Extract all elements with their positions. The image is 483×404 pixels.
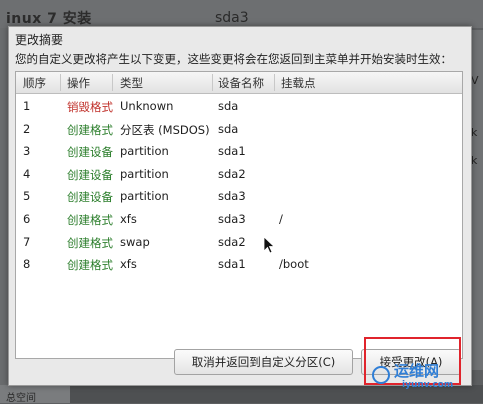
table-row[interactable]: 4 创建设备 partition sda2 <box>16 163 462 185</box>
changes-table: 顺序 操作 类型 设备名称 挂载点 1 销毁格式 Unknown sda 2 创建格式 分区… <box>15 71 463 359</box>
column-divider <box>112 74 113 91</box>
mouse-cursor-icon <box>263 236 275 254</box>
watermark-logo-icon <box>372 366 390 384</box>
cell-type: partition <box>120 166 169 181</box>
cell-action: 创建格式 <box>67 122 113 137</box>
cell-order: 7 <box>23 234 31 249</box>
cell-type: partition <box>120 144 169 159</box>
cell-order: 3 <box>23 144 31 159</box>
cell-device: sda1 <box>218 144 246 159</box>
cell-device: sda <box>218 121 239 136</box>
cell-device: sda3 <box>218 212 246 226</box>
column-header-type[interactable]: 类型 <box>120 75 143 91</box>
table-row[interactable]: 8 创建格式 xfs sda1/boot <box>16 253 462 275</box>
cell-action: 创建设备 <box>67 167 113 182</box>
cell-device: sda1 <box>218 257 246 272</box>
cell-type: swap <box>120 234 150 249</box>
column-header-action[interactable]: 操作 <box>67 75 90 91</box>
table-row[interactable]: 1 销毁格式 Unknown sda <box>16 95 462 117</box>
table-header: 顺序 操作 类型 设备名称 挂载点 <box>16 72 462 94</box>
table-row[interactable]: 7 创建格式 swap sda2 <box>16 231 462 253</box>
summary-of-changes-dialog: 更改摘要 您的自定义更改将产生以下变更，这些变更将会在您返回到主菜单并开始安装时… <box>8 26 472 386</box>
cell-order: 1 <box>23 99 31 113</box>
table-row[interactable]: 3 创建设备 partition sda1 <box>16 140 462 162</box>
background-right-letter: V <box>471 74 479 87</box>
cancel-return-button[interactable]: 取消并返回到自定义分区(C) <box>174 349 353 375</box>
cell-order: 6 <box>23 212 31 226</box>
cell-type: 分区表 (MSDOS) <box>120 122 210 137</box>
cell-order: 2 <box>23 121 31 136</box>
dialog-title: 更改摘要 <box>15 33 64 47</box>
cell-mount: / <box>279 212 283 226</box>
cell-mount: /boot <box>279 257 309 272</box>
background-left-panel <box>0 28 8 385</box>
cell-device: sda3 <box>218 189 246 204</box>
watermark-url: iyunv.com <box>402 380 454 390</box>
cell-device: sda2 <box>218 166 246 181</box>
column-divider <box>212 74 213 91</box>
cell-type: xfs <box>120 257 137 272</box>
cell-action: 销毁格式 <box>67 100 113 114</box>
cell-type: Unknown <box>120 99 174 113</box>
watermark-text: 运维网 <box>394 362 440 380</box>
cell-type: partition <box>120 189 169 204</box>
table-row[interactable]: 6 创建格式 xfs sda3 / <box>16 208 462 230</box>
cell-order: 8 <box>23 257 31 272</box>
table-row[interactable]: 2 创建格式 分区表 (MSDOS) sda <box>16 118 462 140</box>
column-header-mount[interactable]: 挂载点 <box>281 75 316 91</box>
cell-order: 4 <box>23 166 31 181</box>
background-device-label: sda3 <box>215 10 249 26</box>
dialog-message: 您的自定义更改将产生以下变更，这些变更将会在您返回到主菜单并开始安装时生效： <box>15 52 452 66</box>
cell-action: 创建格式 <box>67 258 113 273</box>
cell-action: 创建设备 <box>67 145 113 160</box>
cell-action: 创建格式 <box>67 235 113 250</box>
cell-action: 创建设备 <box>67 190 113 205</box>
installer-title: inux 7 安装 <box>6 11 92 27</box>
cell-type: xfs <box>120 212 137 226</box>
column-divider <box>274 74 275 91</box>
column-divider <box>60 74 61 91</box>
cell-device: sda <box>218 99 239 113</box>
table-row[interactable]: 5 创建设备 partition sda3 <box>16 185 462 207</box>
cell-device: sda2 <box>218 234 246 249</box>
cell-order: 5 <box>23 189 31 204</box>
total-space-label: 总空间 <box>6 393 36 404</box>
column-header-device[interactable]: 设备名称 <box>218 75 264 91</box>
column-header-order[interactable]: 顺序 <box>23 75 46 91</box>
cell-action: 创建格式 <box>67 213 113 227</box>
